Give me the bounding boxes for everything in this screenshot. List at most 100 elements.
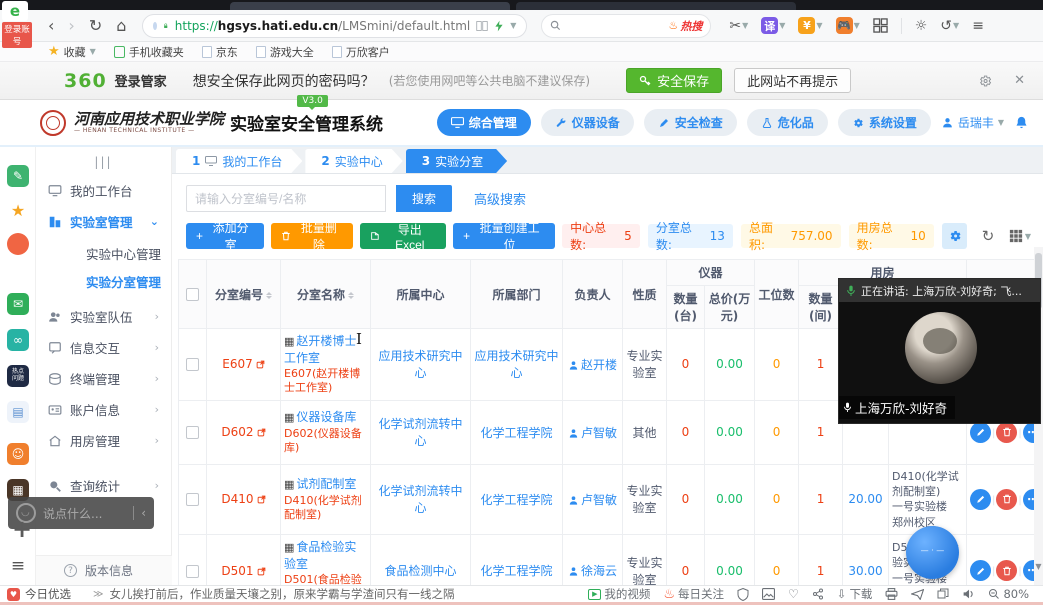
today-picks-button[interactable]: ♥ 今日优选: [7, 586, 71, 602]
select-all-checkbox[interactable]: [186, 288, 199, 301]
save-password-button[interactable]: 安全保存: [626, 68, 722, 93]
forward-button[interactable]: ›: [68, 18, 74, 34]
batch-delete-button[interactable]: 批量删除: [271, 223, 352, 249]
sidebar-item-info-exchange[interactable]: 信息交互›: [36, 332, 171, 363]
favorites-button[interactable]: ★收藏▼: [48, 44, 96, 60]
screenshot-tool-button[interactable]: ✂▼: [729, 18, 748, 34]
video-call-overlay[interactable]: 正在讲话: 上海万欣-刘好奇; 飞... 上海万欣-刘好奇: [838, 278, 1041, 424]
breadcrumb-tab-lab-room[interactable]: 3实验分室: [406, 149, 507, 173]
manager-link[interactable]: 卢智敏: [581, 426, 617, 440]
nav-comprehensive-management[interactable]: 综合管理: [437, 109, 531, 136]
sort-icon[interactable]: [348, 289, 354, 302]
windows-icon[interactable]: [937, 588, 949, 600]
columns-toggle-button[interactable]: ▼: [1009, 229, 1031, 243]
share-icon[interactable]: [812, 588, 824, 600]
zoom-control[interactable]: 80%: [988, 587, 1029, 601]
shield-icon[interactable]: [737, 588, 749, 601]
browser-tab-strip[interactable]: [0, 0, 1043, 10]
manager-link[interactable]: 徐海云: [581, 564, 617, 578]
search-button[interactable]: 搜索: [396, 185, 452, 212]
browser-account-widget[interactable]: e 登录账号: [2, 1, 32, 48]
breadcrumb-tab-lab-center[interactable]: 2实验中心: [305, 149, 402, 173]
center-link[interactable]: 化学试剂流转中心: [378, 484, 462, 515]
sidebar-app-circle-icon[interactable]: [7, 233, 29, 255]
department-link[interactable]: 应用技术研究中心: [474, 349, 558, 380]
row-checkbox[interactable]: [186, 493, 199, 506]
address-dropdown-icon[interactable]: ▼: [510, 21, 516, 30]
room-id-link[interactable]: E607: [222, 357, 253, 371]
theme-sun-icon[interactable]: ☼: [915, 18, 928, 34]
hot-search-label[interactable]: ♨热搜: [669, 18, 703, 34]
center-link[interactable]: 应用技术研究中心: [378, 349, 462, 380]
room-name-link[interactable]: 仪器设备库: [296, 410, 356, 424]
row-checkbox[interactable]: [186, 358, 199, 371]
department-link[interactable]: 化学工程学院: [480, 426, 552, 440]
batch-create-station-button[interactable]: +批量创建工位: [453, 223, 555, 249]
edit-button[interactable]: [970, 422, 991, 443]
cloud-app-icon[interactable]: ∞: [7, 329, 29, 351]
image-icon[interactable]: [762, 588, 775, 600]
manager-link[interactable]: 卢智敏: [581, 493, 617, 507]
advanced-search-link[interactable]: 高级搜索: [474, 189, 526, 208]
sidebar-item-workbench[interactable]: 我的工作台: [36, 175, 171, 206]
room-name-link[interactable]: 赵开楼博士工作室: [284, 334, 356, 365]
sidebar-item-lab-center-management[interactable]: 实验中心管理: [36, 239, 171, 267]
games-tool-button[interactable]: 🎮▼: [836, 17, 860, 34]
delete-button[interactable]: [996, 422, 1017, 443]
bookmark-mobile-folder[interactable]: 手机收藏夹: [114, 44, 184, 60]
menu-icon[interactable]: ≡: [972, 18, 984, 34]
qr-code-icon[interactable]: ▦: [284, 478, 294, 491]
add-room-button[interactable]: +添加分室: [186, 223, 264, 249]
sidebar-item-account-info[interactable]: 账户信息›: [36, 394, 171, 425]
daily-follow-button[interactable]: ♨每日关注: [663, 586, 724, 602]
room-id-link[interactable]: D410: [221, 492, 253, 506]
back-button[interactable]: ‹: [48, 18, 54, 34]
table-row[interactable]: D410 ▦试剂配制室 D410(化学试剂配制室) 化学试剂流转中心 化学工程学…: [179, 464, 1035, 535]
bookmark-games[interactable]: 游戏大全: [256, 44, 314, 60]
nav-system-settings[interactable]: 系统设置: [838, 109, 931, 136]
user-menu[interactable]: 岳瑞丰▼: [941, 114, 1004, 131]
chat-input-placeholder[interactable]: 说点什么...: [43, 505, 126, 522]
translate-tool-button[interactable]: 译▼: [761, 17, 785, 34]
room-id-link[interactable]: D501: [221, 564, 253, 578]
refresh-button[interactable]: ↻: [89, 18, 102, 34]
history-undo-button[interactable]: ↺▼: [940, 18, 959, 34]
export-excel-button[interactable]: 导出Excel: [360, 223, 447, 249]
room-name-link[interactable]: 食品检验实验室: [284, 540, 356, 571]
bell-icon[interactable]: [1014, 115, 1029, 130]
sidebar-app-notes-icon[interactable]: ✎: [7, 165, 29, 187]
sidebar-item-lab-management[interactable]: 实验室管理⌄: [36, 206, 171, 237]
news-headline[interactable]: ≫ 女儿挨打前后，作业质量天壤之别，原来学霸与学渣间只有一线之隔: [93, 586, 454, 602]
bookmark-jd[interactable]: 京东: [202, 44, 238, 60]
download-button[interactable]: ⇩下载: [837, 586, 873, 602]
department-link[interactable]: 化学工程学院: [480, 564, 552, 578]
qr-code-icon[interactable]: ▦: [284, 541, 294, 554]
room-name-link[interactable]: 试剂配制室: [296, 477, 356, 491]
gear-icon[interactable]: [978, 74, 992, 88]
scrollbar-down-arrow[interactable]: ▼: [1034, 562, 1043, 571]
apps-grid-icon[interactable]: [873, 18, 888, 33]
edit-button[interactable]: [970, 489, 991, 510]
close-icon[interactable]: ✕: [1014, 73, 1025, 88]
hot-qa-app-icon[interactable]: 热点问题: [7, 365, 29, 387]
col-room-id[interactable]: 分室编号: [207, 260, 281, 329]
nav-instruments[interactable]: 仪器设备: [541, 109, 634, 136]
center-link[interactable]: 化学试剂流转中心: [378, 417, 462, 448]
breadcrumb-tab-workbench[interactable]: 1 我的工作台: [176, 149, 302, 173]
edit-button[interactable]: [970, 560, 991, 581]
browser-tab[interactable]: [516, 2, 796, 10]
sidebar-item-housing[interactable]: 用房管理›: [36, 425, 171, 456]
row-checkbox[interactable]: [186, 426, 199, 439]
center-link[interactable]: 食品检测中心: [384, 564, 456, 578]
list-menu-icon[interactable]: ≡: [7, 555, 29, 577]
version-info-button[interactable]: ? 版本信息: [36, 555, 172, 585]
sidebar-collapse-icon[interactable]: |||: [36, 147, 171, 175]
delete-button[interactable]: [996, 489, 1017, 510]
address-bar[interactable]: https://hgsys.hati.edu.cn/LMSmini/defaul…: [142, 14, 527, 38]
nav-hazardous-chemicals[interactable]: 危化品: [747, 109, 828, 136]
room-id-link[interactable]: D602: [221, 425, 253, 439]
sidebar-app-star-icon[interactable]: ★: [7, 199, 29, 221]
sidebar-item-lab-room-management[interactable]: 实验分室管理: [36, 267, 171, 295]
manager-link[interactable]: 赵开楼: [581, 358, 617, 372]
sidebar-item-terminal[interactable]: 终端管理›: [36, 363, 171, 394]
